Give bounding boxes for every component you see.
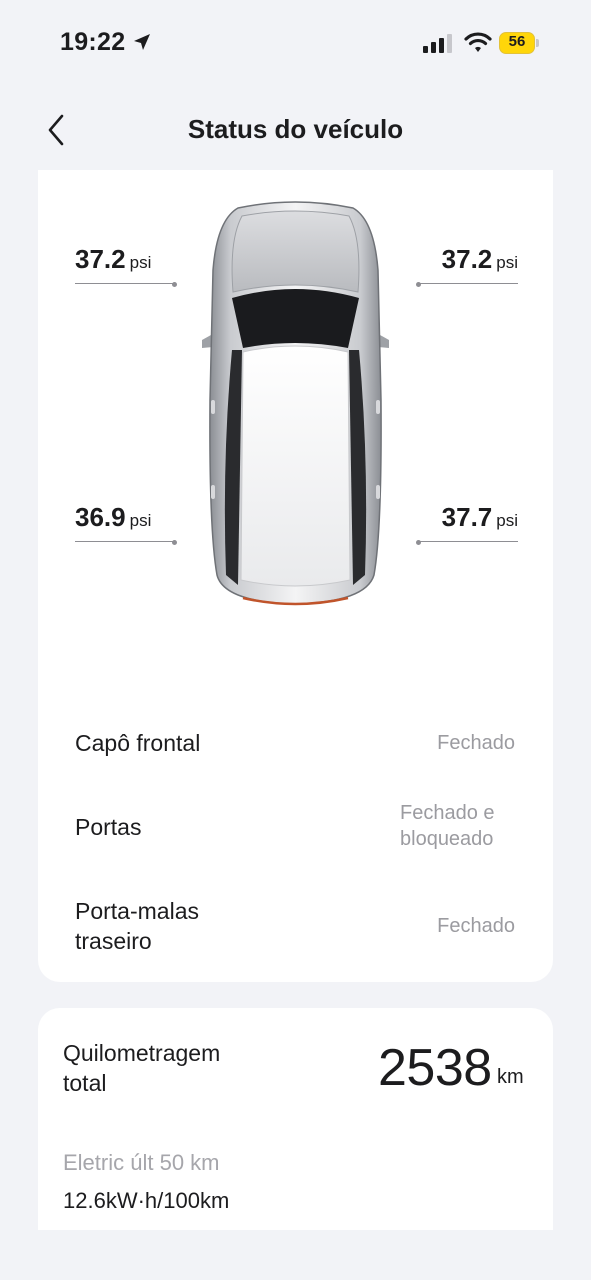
total-mileage-label: Quilometragem total	[63, 1040, 221, 1096]
tire-pressure-unit: psi	[496, 511, 518, 530]
status-row-label: Portas	[75, 814, 142, 840]
status-row-value: Fechado	[437, 915, 515, 937]
tire-pressure-unit: psi	[129, 511, 152, 530]
tire-pressure-value: 37.2	[441, 244, 493, 274]
tire-pressure-unit: psi	[496, 253, 518, 272]
tire-front-right: 37.2 psi	[416, 244, 518, 287]
cellular-signal-icon	[423, 33, 453, 58]
tire-pressure-unit: psi	[129, 253, 152, 272]
page-title: Status do veículo	[187, 114, 404, 144]
electric-consumption-label: Eletric últ 50 km	[63, 1150, 220, 1175]
vehicle-status-card: 37.2 psi 37.2 psi 36.9 psi 37.7 psi Capô fro…	[38, 170, 553, 982]
total-mileage-unit: km	[497, 1066, 524, 1088]
location-arrow-icon	[132, 32, 152, 57]
status-row-value: Fechado	[437, 732, 515, 754]
tire-pressure-value: 37.7	[441, 502, 493, 532]
tire-rear-left: 36.9 psi	[75, 502, 177, 545]
tire-pressure-value: 36.9	[75, 502, 126, 532]
car-top-view-image	[198, 200, 393, 615]
tire-pressure-value: 37.2	[75, 244, 126, 274]
status-time: 19:22	[60, 28, 126, 56]
tire-front-left: 37.2 psi	[75, 244, 177, 287]
wifi-icon	[464, 31, 492, 58]
tire-rear-right: 37.7 psi	[416, 502, 518, 545]
status-row-value: Fechado e bloqueado	[400, 802, 495, 850]
battery-level: 56	[508, 33, 526, 50]
total-mileage-value: 2538	[378, 1039, 492, 1097]
status-bar: 19:22 56	[0, 0, 591, 90]
battery-icon: 56	[499, 32, 539, 54]
status-row-label: Porta-malas traseiro	[75, 898, 199, 954]
status-row-label: Capô frontal	[75, 730, 201, 756]
mileage-card: Quilometragem total 2538 km Eletric últ …	[38, 1008, 553, 1230]
electric-consumption-value: 12.6kW·h/100km	[63, 1188, 230, 1213]
